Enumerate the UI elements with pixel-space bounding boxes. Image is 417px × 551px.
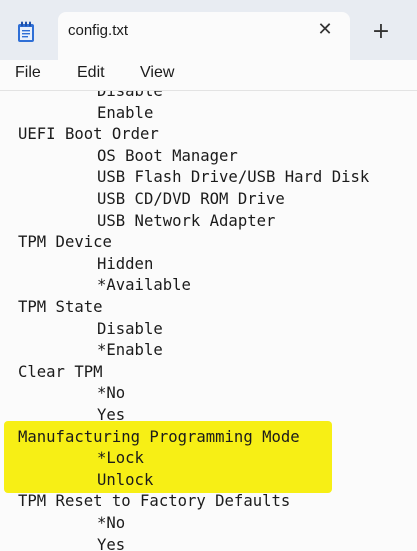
- setting-name-line: TPM Reset to Factory Defaults: [18, 492, 291, 511]
- close-tab-icon[interactable]: ✕: [316, 20, 334, 40]
- notepad-icon: [18, 21, 34, 42]
- setting-name-line: TPM State: [18, 298, 103, 316]
- setting-name-line: TPM Device: [18, 233, 112, 252]
- setting-option-line: Disable: [97, 91, 163, 100]
- setting-option-line: USB CD/DVD ROM Drive: [97, 190, 285, 208]
- new-tab-button[interactable]: +: [370, 20, 392, 44]
- setting-option-line: *Lock: [97, 449, 144, 468]
- setting-option-line: Hidden: [97, 254, 154, 273]
- setting-option-line: USB Flash Drive/USB Hard Disk: [97, 168, 370, 187]
- title-bar: config.txt ✕ +: [0, 0, 417, 60]
- tab-title: config.txt: [68, 22, 129, 39]
- setting-option-line: Unlock: [97, 470, 154, 489]
- setting-option-line: *Available: [97, 276, 191, 295]
- setting-option-line: Yes: [97, 535, 126, 551]
- menu-file[interactable]: File: [15, 64, 41, 82]
- setting-option-line: *No: [97, 384, 126, 403]
- text-editor[interactable]: Disable Enable UEFI Boot Order OS Boot Mana…: [0, 91, 417, 551]
- setting-name-line: Manufacturing Programming Mode: [18, 427, 300, 446]
- setting-option-line: *Enable: [97, 341, 163, 360]
- menu-bar: File Edit View: [0, 60, 417, 91]
- menu-edit[interactable]: Edit: [77, 64, 105, 82]
- setting-option-line: *No: [97, 514, 126, 532]
- tab-config-txt[interactable]: config.txt ✕: [58, 12, 350, 60]
- setting-name-line: Clear TPM: [18, 362, 103, 381]
- setting-name-line: UEFI Boot Order: [18, 125, 159, 144]
- setting-option-line: OS Boot Manager: [97, 146, 238, 165]
- setting-option-line: Enable: [97, 103, 154, 122]
- setting-option-line: Yes: [97, 406, 126, 424]
- menu-view[interactable]: View: [140, 64, 174, 82]
- setting-option-line: USB Network Adapter: [97, 211, 276, 230]
- setting-option-line: Disable: [97, 319, 163, 338]
